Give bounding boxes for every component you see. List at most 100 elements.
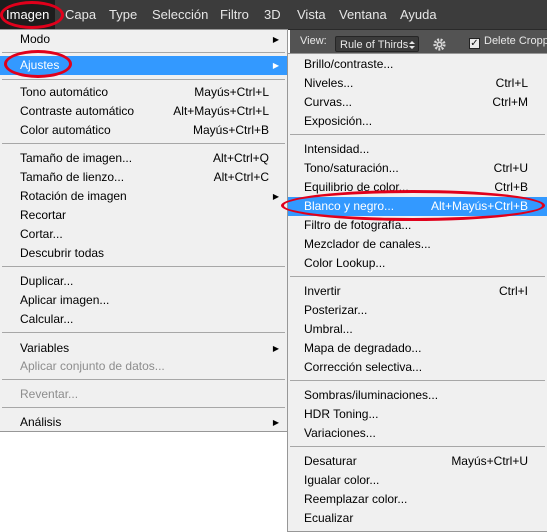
menu-item-cortar[interactable]: Cortar... [0, 225, 287, 244]
menu-item-color-automatico[interactable]: Color automático Mayús+Ctrl+B [0, 121, 287, 140]
menu-item-igualar-color[interactable]: Igualar color... [288, 471, 547, 490]
menu-item-label: Umbral... [304, 322, 353, 336]
menu-item-curvas[interactable]: Curvas... Ctrl+M [288, 93, 547, 112]
menu-item-shortcut: Alt+Ctrl+C [213, 170, 269, 184]
menu-item-intensidad[interactable]: Intensidad... [288, 140, 547, 159]
menu-item-shortcut: Ctrl+I [498, 284, 528, 298]
menu-item-correccion-selectiva[interactable]: Corrección selectiva... [288, 358, 547, 377]
menu-item-label: Recortar [20, 208, 67, 222]
menu-ventana[interactable]: Ventana [339, 0, 387, 29]
menu-item-descubrir[interactable]: Descubrir todas [0, 244, 287, 263]
menu-item-reventar: Reventar... [0, 385, 287, 404]
menu-item-label: Ecualizar [304, 511, 354, 525]
menu-item-label: Variaciones... [304, 426, 376, 440]
menu-item-shortcut: Alt+Mayús+Ctrl+L [173, 104, 269, 118]
menu-separator [290, 380, 545, 381]
menu-item-rotacion[interactable]: Rotación de imagen ▶ [0, 187, 287, 206]
menu-item-filtro-fotografia[interactable]: Filtro de fotografía... [288, 216, 547, 235]
menu-item-label: Mapa de degradado... [304, 341, 422, 355]
menu-item-label: Brillo/contraste... [304, 57, 394, 71]
menu-filtro[interactable]: Filtro [220, 0, 249, 29]
menu-item-tamano-imagen[interactable]: Tamaño de imagen... Alt+Ctrl+Q [0, 149, 287, 168]
menu-item-shortcut: Mayús+Ctrl+B [192, 123, 269, 137]
menu-item-label: Desaturar [304, 454, 357, 468]
menu-separator [290, 134, 545, 135]
menu-item-shortcut: Mayús+Ctrl+U [451, 454, 528, 468]
menu-item-shortcut: Alt+Ctrl+Q [212, 151, 269, 165]
menu-item-posterizar[interactable]: Posterizar... [288, 301, 547, 320]
menu-item-ecualizar[interactable]: Ecualizar [288, 509, 547, 528]
view-overlay-select[interactable]: Rule of Thirds [335, 36, 419, 52]
menu-item-desaturar[interactable]: Desaturar Mayús+Ctrl+U [288, 452, 547, 471]
menu-item-aplicar-imagen[interactable]: Aplicar imagen... [0, 291, 287, 310]
view-overlay-value: Rule of Thirds [340, 39, 409, 51]
menu-separator [2, 52, 285, 53]
menu-item-label: Análisis [20, 415, 62, 429]
menu-item-brillo[interactable]: Brillo/contraste... [288, 55, 547, 74]
menu-item-exposicion[interactable]: Exposición... [288, 112, 547, 131]
menu-item-label: HDR Toning... [304, 407, 379, 421]
menu-item-blanco-negro[interactable]: Blanco y negro... Alt+Mayús+Ctrl+B [288, 197, 547, 216]
menu-item-modo[interactable]: Modo ▶ [0, 30, 287, 49]
menu-item-hdr-toning[interactable]: HDR Toning... [288, 405, 547, 424]
menu-item-label: Reventar... [20, 387, 79, 401]
menu-separator [2, 379, 285, 380]
menu-separator [2, 407, 285, 408]
menu-item-label: Intensidad... [304, 142, 370, 156]
menu-item-invertir[interactable]: Invertir Ctrl+I [288, 282, 547, 301]
menu-capa[interactable]: Capa [65, 0, 96, 29]
menu-item-label: Corrección selectiva... [304, 360, 423, 374]
menu-item-shortcut: Ctrl+M [492, 95, 528, 109]
menu-item-niveles[interactable]: Niveles... Ctrl+L [288, 74, 547, 93]
gear-icon[interactable] [432, 37, 447, 52]
menu-item-mapa-degradado[interactable]: Mapa de degradado... [288, 339, 547, 358]
menu-item-label: Modo [20, 32, 51, 46]
menu-item-duplicar[interactable]: Duplicar... [0, 272, 287, 291]
menu-separator [2, 79, 285, 80]
menu-item-ajustes[interactable]: Ajustes ▶ [0, 56, 287, 75]
menu-3d[interactable]: 3D [264, 0, 281, 29]
menu-item-label: Tamaño de imagen... [20, 151, 133, 165]
submenu-arrow-icon: ▶ [272, 61, 279, 70]
menu-item-label: Tono/saturación... [304, 161, 399, 175]
menu-item-recortar[interactable]: Recortar [0, 206, 287, 225]
menu-item-label: Blanco y negro... [304, 199, 395, 213]
menu-imagen[interactable]: Imagen [0, 0, 56, 29]
delete-cropped-checkbox[interactable]: ✓ [469, 38, 480, 49]
menu-item-label: Igualar color... [304, 473, 380, 487]
menu-item-label: Exposición... [304, 114, 373, 128]
menu-item-sombras[interactable]: Sombras/iluminaciones... [288, 386, 547, 405]
menu-item-shortcut: Ctrl+U [493, 161, 528, 175]
menu-separator [2, 332, 285, 333]
menu-item-label: Aplicar conjunto de datos... [20, 359, 165, 373]
menu-item-tamano-lienzo[interactable]: Tamaño de lienzo... Alt+Ctrl+C [0, 168, 287, 187]
menu-item-label: Color automático [20, 123, 111, 137]
menu-item-label: Posterizar... [304, 303, 368, 317]
menu-seleccion[interactable]: Selección [152, 0, 208, 29]
menu-item-label: Cortar... [20, 227, 63, 241]
menu-item-tono-saturacion[interactable]: Tono/saturación... Ctrl+U [288, 159, 547, 178]
menu-item-variaciones[interactable]: Variaciones... [288, 424, 547, 443]
menu-item-equilibrio[interactable]: Equilibrio de color... Ctrl+B [288, 178, 547, 197]
submenu-arrow-icon: ▶ [272, 418, 279, 427]
menu-item-color-lookup[interactable]: Color Lookup... [288, 254, 547, 273]
imagen-menu: Modo ▶ Ajustes ▶ Tono automático Mayús+C… [0, 29, 288, 432]
menu-item-label: Descubrir todas [20, 246, 105, 260]
menu-type[interactable]: Type [109, 0, 137, 29]
menu-item-label: Mezclador de canales... [304, 237, 431, 251]
menu-item-reemplazar-color[interactable]: Reemplazar color... [288, 490, 547, 509]
menu-item-label: Aplicar imagen... [20, 293, 110, 307]
menu-item-variables[interactable]: Variables ▶ [0, 339, 287, 358]
menu-ayuda[interactable]: Ayuda [400, 0, 437, 29]
menu-item-umbral[interactable]: Umbral... [288, 320, 547, 339]
menu-item-calcular[interactable]: Calcular... [0, 310, 287, 329]
menu-item-mezclador[interactable]: Mezclador de canales... [288, 235, 547, 254]
menu-item-label: Reemplazar color... [304, 492, 408, 506]
menu-item-label: Variables [20, 341, 70, 355]
menu-item-tono-automatico[interactable]: Tono automático Mayús+Ctrl+L [0, 83, 287, 102]
menu-item-label: Rotación de imagen [20, 189, 127, 203]
menu-vista[interactable]: Vista [297, 0, 326, 29]
menu-item-analisis[interactable]: Análisis ▶ [0, 413, 287, 432]
menu-item-label: Sombras/iluminaciones... [304, 388, 439, 402]
menu-item-contraste-automatico[interactable]: Contraste automático Alt+Mayús+Ctrl+L [0, 102, 287, 121]
